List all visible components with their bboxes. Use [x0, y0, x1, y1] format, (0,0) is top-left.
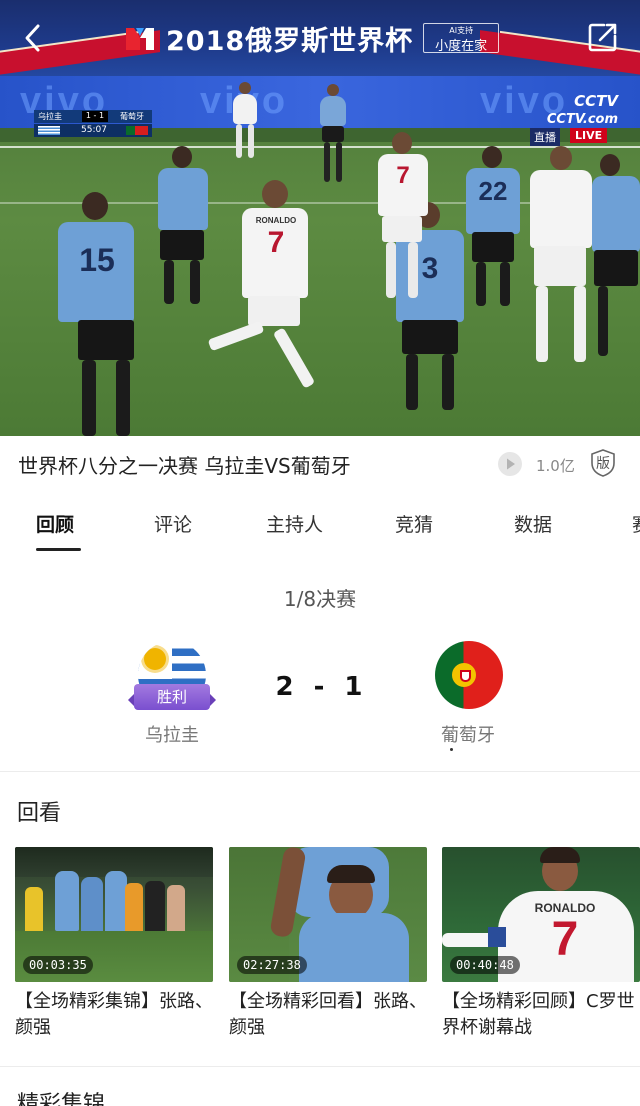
- scorebug-clock-row: 55:07: [34, 124, 152, 137]
- match-round: 1/8决赛: [283, 587, 357, 611]
- play-count-icon: [498, 452, 522, 476]
- live-zh-badge: 直播: [530, 128, 560, 146]
- video-player[interactable]: vivo vivo vivo 15 RONALDO 7: [0, 76, 640, 436]
- player-figure: [590, 154, 640, 364]
- indicator-dot: [450, 748, 453, 751]
- chevron-left-icon: [25, 24, 40, 52]
- tab-review[interactable]: 回顾: [36, 510, 74, 537]
- section-divider: [0, 771, 640, 772]
- video-thumbnail[interactable]: 00:03:35: [15, 847, 213, 982]
- section-divider: [0, 1066, 640, 1067]
- broadcaster-brand: CCTV: [574, 92, 618, 110]
- copyright-label: 版: [596, 456, 610, 472]
- replay-card-title[interactable]: 【全场精彩回看】张路、颜强: [229, 989, 429, 1041]
- video-duration: 00:40:48: [450, 956, 520, 974]
- jersey-number: 7: [267, 226, 285, 259]
- logo-icon: [126, 28, 154, 50]
- copyright-button[interactable]: 版: [589, 448, 617, 478]
- final-score: 2-1: [260, 672, 380, 702]
- winner-badge: 胜利: [128, 684, 216, 712]
- back-button[interactable]: [16, 20, 52, 56]
- home-team-name[interactable]: 乌拉圭: [120, 721, 224, 747]
- page-title: 2018俄罗斯世界杯: [166, 25, 414, 57]
- replay-section-title: 回看: [17, 801, 62, 826]
- match-clock: 55:07: [81, 125, 107, 135]
- video-thumbnail[interactable]: RONALDO 7 00:40:48: [442, 847, 640, 982]
- video-thumbnail[interactable]: 02:27:38: [229, 847, 427, 982]
- tab-bar: 回顾 评论 主持人 竞猜 数据 赛: [0, 490, 640, 556]
- player-figure: [150, 146, 220, 306]
- player-figure: 22: [458, 146, 528, 306]
- jersey-number: 22: [478, 176, 508, 206]
- active-tab-indicator: [36, 548, 81, 551]
- broadcaster-logo: CCTV CCTV.com 直播 LIVE: [526, 92, 618, 146]
- winner-label: 胜利: [134, 684, 210, 710]
- player-figure: 7: [372, 132, 432, 302]
- player-figure: 15: [42, 192, 146, 436]
- scorebug-home: 乌拉圭: [38, 112, 62, 121]
- scorebug: 乌拉圭 1 - 1 葡萄牙 55:07: [34, 110, 152, 138]
- jersey-number: 7: [396, 162, 410, 189]
- match-title: 世界杯八分之一决赛 乌拉圭VS葡萄牙: [18, 454, 351, 478]
- app-header: 2018俄罗斯世界杯 AI支持 小度在家: [0, 0, 640, 76]
- jersey-name: RONALDO: [255, 216, 297, 225]
- video-duration: 02:27:38: [237, 956, 307, 974]
- tab-schedule[interactable]: 赛: [632, 510, 640, 537]
- player-figure: [230, 82, 260, 162]
- highlights-section-title: 精彩集锦: [17, 1092, 106, 1106]
- score-separator: -: [313, 672, 327, 702]
- away-team-name[interactable]: 葡萄牙: [416, 721, 520, 747]
- portugal-flag-icon: [126, 126, 148, 135]
- scorebug-away: 葡萄牙: [120, 112, 144, 121]
- ai-badge: AI支持 小度在家: [423, 23, 500, 54]
- live-badge: LIVE: [570, 128, 608, 143]
- jersey-number: 15: [79, 242, 115, 278]
- player-figure: [520, 146, 600, 366]
- header-center: 2018俄罗斯世界杯 AI支持 小度在家: [124, 18, 500, 58]
- home-score: 2: [275, 672, 296, 702]
- tab-comments[interactable]: 评论: [154, 510, 192, 537]
- video-duration: 00:03:35: [23, 956, 93, 974]
- share-icon: [588, 23, 617, 52]
- portugal-flag-icon[interactable]: [435, 641, 503, 709]
- share-button[interactable]: [586, 20, 620, 54]
- away-score: 1: [344, 672, 365, 702]
- broadcaster-site: CCTV.com: [546, 112, 618, 127]
- view-count: 1.0亿: [536, 457, 575, 475]
- scorebug-score: 1 - 1: [82, 111, 108, 122]
- tab-stats[interactable]: 数据: [514, 510, 552, 537]
- ai-badge-label: 小度在家: [435, 39, 488, 54]
- tab-quiz[interactable]: 竞猜: [395, 510, 433, 537]
- player-figure: [316, 84, 350, 194]
- jersey-number: 7: [551, 913, 579, 966]
- scorebug-teams: 乌拉圭 1 - 1 葡萄牙: [34, 110, 152, 123]
- tab-hosts[interactable]: 主持人: [266, 510, 323, 537]
- replay-card-title[interactable]: 【全场精彩集锦】张路、颜强: [15, 989, 215, 1041]
- uruguay-flag-icon: [38, 126, 60, 135]
- replay-card-title[interactable]: 【全场精彩回顾】C罗世界杯谢幕战: [442, 989, 640, 1041]
